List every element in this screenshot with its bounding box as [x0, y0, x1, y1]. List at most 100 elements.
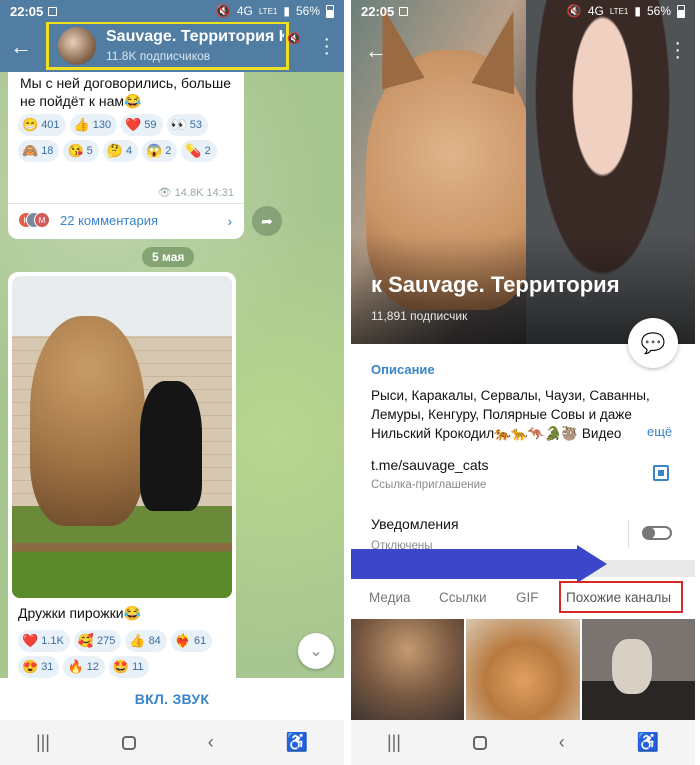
reaction-chip[interactable]: 👍 130 — [69, 114, 118, 136]
media-thumb[interactable] — [351, 619, 465, 722]
tab-gif[interactable]: GIF — [516, 590, 539, 605]
message-bubble[interactable]: Дружки пирожки😂 ❤️ 1.1K 🥰 275 👍 84 ❤️‍🔥 61 😍… — [8, 272, 236, 678]
signal-icon: ▮ — [634, 4, 641, 18]
discussion-icon[interactable]: 💬 — [628, 318, 678, 368]
reaction-chip[interactable]: 🤔 4 — [102, 140, 139, 162]
recents-icon[interactable]: ||| — [387, 732, 401, 753]
reactions-row: ❤️ 1.1K 🥰 275 👍 84 ❤️‍🔥 61 😍 31 🔥 12 🤩 11 — [18, 630, 232, 678]
back-arrow-icon[interactable]: ← — [365, 38, 387, 64]
reaction-chip[interactable]: ❤️ 59 — [121, 114, 163, 136]
message-text: Дружки пирожки😂 — [18, 605, 142, 621]
status-right: 🔇 4G LTE1 ▮ 56% — [216, 4, 334, 18]
accessibility-icon[interactable]: ♿ — [637, 732, 659, 753]
share-icon[interactable]: ➦ — [252, 206, 282, 236]
reaction-chip[interactable]: 🔥 12 — [63, 656, 105, 678]
message-meta: 👁 14.8K 14:31 — [158, 186, 234, 199]
android-nav-bar: ||| ‹ ♿ — [351, 720, 695, 765]
reaction-chip[interactable]: ❤️‍🔥 61 — [170, 630, 213, 652]
recents-icon[interactable]: ||| — [36, 732, 50, 753]
media-grid — [351, 619, 695, 722]
photo-black-cat — [140, 381, 202, 511]
reaction-chip[interactable]: 😍 31 — [18, 656, 60, 678]
lte-label: LTE1 — [258, 6, 278, 16]
qr-code-icon[interactable] — [653, 465, 669, 481]
reaction-chip[interactable]: 🥰 275 — [73, 630, 122, 652]
home-icon[interactable] — [472, 735, 487, 750]
media-thumb[interactable] — [466, 619, 580, 722]
accessibility-icon[interactable]: ♿ — [286, 732, 308, 753]
reaction-chip[interactable]: 💊 2 — [181, 140, 217, 162]
chat-area[interactable]: Мы с ней договорились, больше не пойдёт … — [0, 72, 344, 678]
unmute-button[interactable]: ВКЛ. ЗВУК — [0, 678, 344, 720]
menu-dots-icon[interactable]: · · · — [323, 29, 330, 63]
nav-back-icon[interactable]: ‹ — [559, 732, 565, 753]
notification-icon — [399, 6, 409, 16]
comments-link[interactable]: К М 22 комментария — [18, 212, 158, 228]
reaction-chip[interactable]: 😱 2 — [142, 140, 178, 162]
tab-media[interactable]: Медиа — [369, 590, 411, 605]
reaction-chip[interactable]: ❤️ 1.1K — [18, 630, 70, 652]
reactions-row: 😁 401 👍 130 ❤️ 59 👀 53 🙈 18 😘 5 🤔 4 😱 2 💊 2 — [18, 114, 240, 162]
reaction-chip[interactable]: 😁 401 — [18, 114, 66, 136]
invite-link[interactable]: t.me/sauvage_cats — [371, 457, 489, 473]
status-bar: 22:05 🔇 4G LTE1 ▮ 56% — [351, 0, 695, 22]
avatar: М — [34, 212, 50, 228]
battery-percent: 56% — [646, 4, 671, 18]
commenter-avatars: К М — [18, 212, 50, 228]
divider — [628, 520, 629, 548]
notifications-toggle[interactable] — [642, 526, 672, 540]
nav-back-icon[interactable]: ‹ — [208, 732, 214, 753]
message-photo[interactable] — [12, 276, 232, 598]
status-time: 22:05 — [10, 3, 44, 19]
left-screen: 22:05 🔇 4G LTE1 ▮ 56% ← Sauvage. Террито… — [0, 0, 344, 765]
right-screen: 22:05 🔇 4G LTE1 ▮ 56% ← · · · к Sauvage. Т… — [351, 0, 695, 765]
tab-highlight-box — [559, 581, 683, 613]
back-arrow-icon[interactable]: ← — [10, 34, 40, 60]
reaction-chip[interactable]: 🙈 18 — [18, 140, 60, 162]
photo-lynx — [30, 316, 145, 526]
view-count: 14.8K — [174, 187, 204, 199]
channel-description: Рыси, Каракалы, Сервалы, Чаузи, Саванны,… — [371, 388, 650, 441]
battery-icon — [326, 4, 334, 18]
signal-icon: ▮ — [283, 4, 290, 18]
annotation-arrow — [351, 549, 579, 579]
notification-icon — [48, 6, 58, 16]
photo-shelf — [12, 543, 232, 598]
tab-links[interactable]: Ссылки — [439, 590, 487, 605]
status-bar: 22:05 🔇 4G LTE1 ▮ 56% — [0, 0, 344, 22]
lte-label: LTE1 — [609, 6, 629, 16]
scroll-down-icon[interactable]: ⌄ — [298, 633, 334, 669]
battery-icon — [677, 4, 685, 18]
status-right: 🔇 4G LTE1 ▮ 56% — [567, 4, 685, 18]
reaction-chip[interactable]: 👀 53 — [166, 114, 208, 136]
comments-count: 22 комментария — [60, 212, 158, 228]
home-icon[interactable] — [121, 735, 136, 750]
more-link[interactable]: ещё — [643, 424, 673, 439]
divider — [8, 203, 244, 204]
chevron-right-icon[interactable]: › — [227, 213, 232, 229]
message-text: Мы с ней договорились, больше не пойдёт … — [20, 75, 231, 109]
reaction-chip[interactable]: 😘 5 — [63, 140, 99, 162]
channel-title: к Sauvage. Территория — [371, 272, 620, 297]
description-label: Описание — [371, 362, 435, 377]
date-pill: 5 мая — [142, 247, 195, 267]
notifications-label[interactable]: Уведомления — [371, 516, 459, 532]
android-nav-bar: ||| ‹ ♿ — [0, 720, 344, 765]
muted-icon: 🔇 — [287, 33, 301, 45]
invite-link-label: Ссылка-приглашение — [371, 479, 487, 491]
reaction-chip[interactable]: 👍 84 — [125, 630, 167, 652]
media-thumb[interactable] — [581, 619, 695, 722]
status-time: 22:05 — [361, 3, 395, 19]
eye-icon: 👁 — [157, 187, 172, 199]
channel-name[interactable]: Sauvage. Территория К — [106, 28, 284, 46]
message-time: 14:31 — [206, 187, 234, 199]
battery-percent: 56% — [295, 4, 320, 18]
annotation-arrowhead — [577, 545, 607, 583]
channel-subscribers: 11.8K подписчиков — [106, 49, 211, 63]
reaction-chip[interactable]: 🤩 11 — [108, 656, 150, 678]
menu-dots-icon[interactable]: · · · — [674, 33, 681, 67]
channel-subscribers: 11,891 подписчик — [371, 309, 468, 323]
mute-status-icon: 🔇 — [566, 4, 582, 18]
message-bubble[interactable]: Мы с ней договорились, больше не пойдёт … — [8, 72, 244, 239]
channel-avatar[interactable] — [58, 27, 96, 65]
